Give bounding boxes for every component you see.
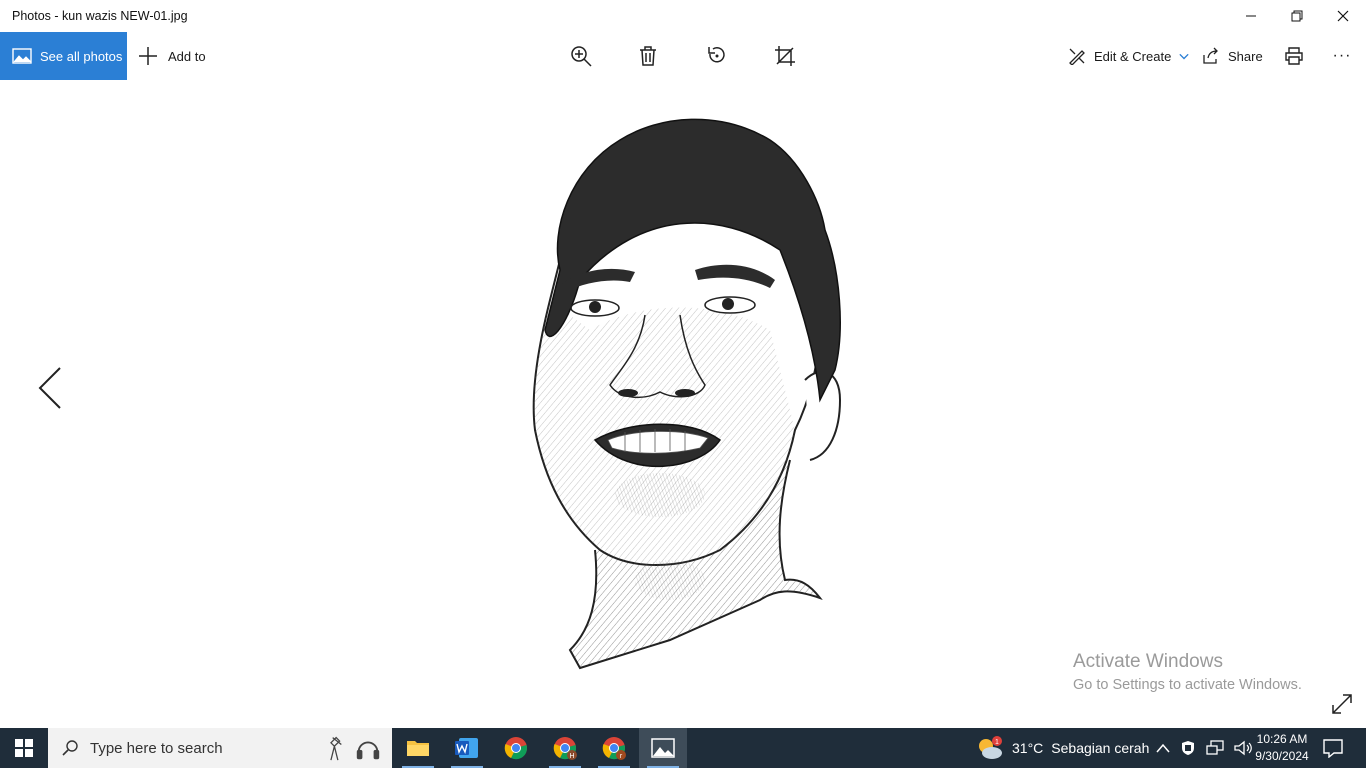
print-button[interactable] bbox=[1284, 46, 1304, 66]
delete-button[interactable] bbox=[636, 44, 660, 68]
security-shield-icon[interactable] bbox=[1180, 740, 1196, 756]
close-icon bbox=[1337, 10, 1349, 22]
word-icon bbox=[455, 738, 478, 758]
chrome-profile-r-icon: r bbox=[602, 737, 626, 760]
crop-button[interactable] bbox=[773, 44, 797, 68]
volume-icon[interactable] bbox=[1234, 740, 1252, 756]
search-placeholder: Type here to search bbox=[90, 739, 223, 757]
zoom-button[interactable] bbox=[569, 44, 593, 68]
toolbar: See all photos Add to Edit & Create Shar… bbox=[0, 32, 1366, 80]
activate-windows-watermark: Activate Windows Go to Settings to activ… bbox=[1073, 651, 1302, 693]
add-to-button[interactable]: Add to bbox=[138, 32, 206, 80]
clock-time: 10:26 AM bbox=[1256, 732, 1308, 746]
taskbar-chrome-profile-r[interactable]: r bbox=[590, 728, 638, 768]
taskbar-search-box[interactable]: Type here to search bbox=[48, 728, 392, 768]
weather-widget[interactable]: 1 31°C Sebagian cerah bbox=[976, 728, 1149, 768]
previous-arrow-icon[interactable] bbox=[36, 366, 64, 410]
activate-windows-subtitle: Go to Settings to activate Windows. bbox=[1073, 677, 1302, 693]
windows-logo-icon bbox=[15, 739, 33, 757]
activate-windows-title: Activate Windows bbox=[1073, 651, 1223, 672]
see-all-photos-button[interactable]: See all photos bbox=[0, 32, 127, 80]
headphones-icon bbox=[356, 741, 380, 760]
taskbar-word[interactable] bbox=[443, 728, 491, 768]
start-button[interactable] bbox=[0, 728, 48, 768]
share-icon bbox=[1203, 47, 1218, 64]
partly-sunny-icon: 1 bbox=[979, 736, 1002, 759]
fullscreen-icon[interactable] bbox=[1332, 694, 1352, 714]
portrait-sketch bbox=[532, 118, 842, 670]
clock-date: 9/30/2024 bbox=[1255, 749, 1309, 763]
see-all-photos-label: See all photos bbox=[40, 48, 123, 64]
taskbar-clock[interactable]: 10:26 AM 9/30/2024 bbox=[1252, 731, 1312, 765]
edit-create-label: Edit & Create bbox=[1094, 48, 1172, 64]
more-options-button[interactable]: ··· bbox=[1330, 46, 1354, 66]
window-title: Photos - kun wazis NEW-01.jpg bbox=[12, 9, 188, 23]
notification-center-icon[interactable] bbox=[1322, 738, 1344, 758]
photo-gallery-icon bbox=[12, 48, 32, 64]
weather-badge: 1 bbox=[995, 739, 999, 746]
weather-description: Sebagian cerah bbox=[1051, 740, 1150, 756]
chrome-icon bbox=[504, 737, 527, 760]
svg-text:H: H bbox=[569, 753, 574, 760]
plus-icon bbox=[139, 47, 157, 65]
photos-icon bbox=[651, 738, 675, 758]
minimize-button[interactable] bbox=[1228, 0, 1274, 32]
system-tray bbox=[1156, 728, 1252, 768]
chevron-down-icon bbox=[1179, 53, 1189, 60]
photo-viewer: Activate Windows Go to Settings to activ… bbox=[0, 80, 1366, 728]
minimize-icon bbox=[1246, 15, 1256, 17]
restore-button[interactable] bbox=[1274, 0, 1320, 32]
taskbar-file-explorer[interactable] bbox=[394, 728, 442, 768]
restore-icon bbox=[1291, 10, 1303, 22]
rotate-icon bbox=[708, 47, 725, 63]
search-highlight-decoration bbox=[324, 732, 382, 764]
share-button[interactable]: Share bbox=[1202, 32, 1263, 80]
file-explorer-icon bbox=[407, 741, 429, 756]
chevron-up-icon[interactable] bbox=[1156, 743, 1170, 753]
crop-icon bbox=[775, 46, 795, 66]
add-to-label: Add to bbox=[168, 48, 206, 64]
rotate-button[interactable] bbox=[705, 44, 729, 68]
close-button[interactable] bbox=[1320, 0, 1366, 32]
title-bar: Photos - kun wazis NEW-01.jpg bbox=[0, 0, 1366, 32]
taskbar-chrome-profile-h[interactable]: H bbox=[541, 728, 589, 768]
weather-temperature: 31°C bbox=[1012, 740, 1044, 756]
taskbar-chrome[interactable] bbox=[492, 728, 540, 768]
edit-pencil-icon bbox=[1069, 48, 1085, 65]
search-icon bbox=[62, 740, 78, 756]
printer-icon bbox=[1285, 47, 1303, 65]
taskbar: Type here to search H r 1 31°C Sebagian … bbox=[0, 728, 1366, 768]
chrome-profile-h-icon: H bbox=[553, 737, 577, 760]
zoom-in-icon bbox=[571, 46, 592, 67]
trash-icon bbox=[640, 46, 656, 66]
network-icon[interactable] bbox=[1206, 740, 1224, 756]
taskbar-photos[interactable] bbox=[639, 728, 687, 768]
share-label: Share bbox=[1228, 48, 1263, 64]
edit-create-button[interactable]: Edit & Create bbox=[1068, 32, 1189, 80]
microphone-stand-icon bbox=[330, 736, 342, 761]
